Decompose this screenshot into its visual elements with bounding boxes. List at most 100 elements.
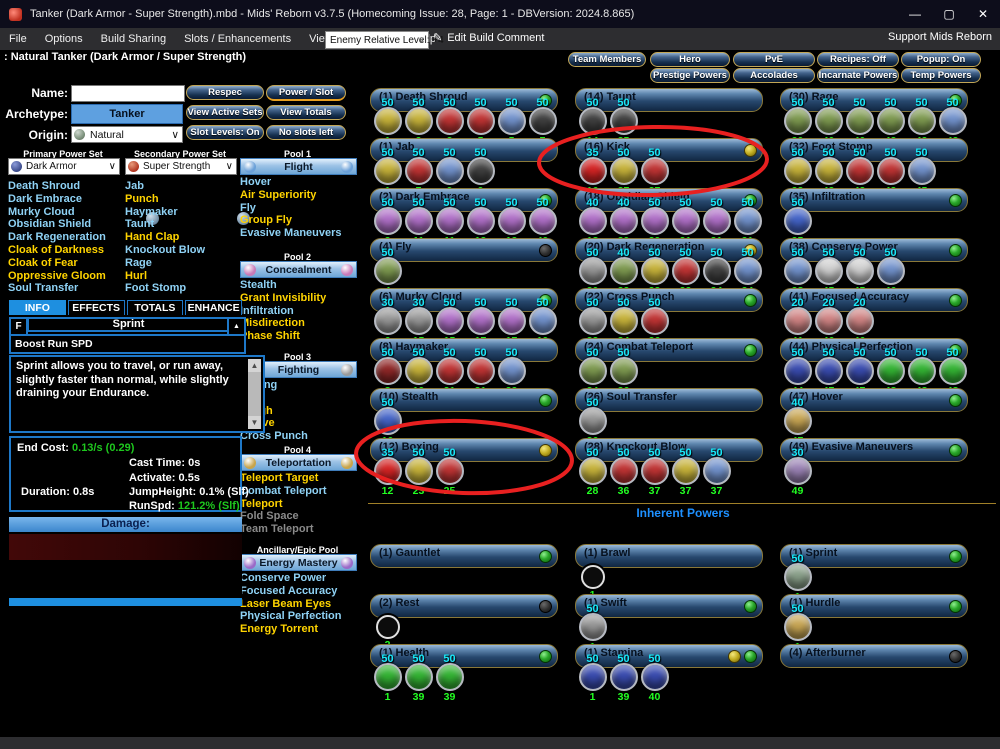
power-list-item-physical-perfection[interactable]: Physical Perfection (240, 610, 355, 623)
enhancement-icon[interactable] (436, 457, 464, 485)
power-list-item-fold-space[interactable]: Fold Space (240, 510, 355, 523)
enhancement-slot[interactable]: 5040 (639, 654, 670, 703)
enhancement-icon[interactable] (498, 357, 526, 385)
power-slot-button[interactable]: Power / Slot (266, 85, 346, 101)
enhancement-slot[interactable]: 501 (372, 654, 403, 703)
empty-slot-icon[interactable] (581, 565, 605, 589)
empty-slot-icon[interactable] (376, 615, 400, 639)
enhancement-icon[interactable] (784, 563, 812, 591)
enhancement-icon[interactable] (374, 157, 402, 185)
archetype-select[interactable]: Tanker (71, 104, 183, 124)
enhancement-icon[interactable] (610, 157, 638, 185)
enhancement-icon[interactable] (641, 457, 669, 485)
enhancement-icon[interactable] (579, 663, 607, 691)
enhancement-icon[interactable] (579, 107, 607, 135)
enhancement-icon[interactable] (467, 357, 495, 385)
power-pill-4-afterburner[interactable]: (4) Afterburner (780, 644, 968, 668)
power-list-item-infiltration[interactable]: Infiltration (240, 305, 355, 318)
enhancement-icon[interactable] (374, 207, 402, 235)
enhancement-icon[interactable] (498, 107, 526, 135)
power-list-item-energy-torrent[interactable]: Energy Torrent (240, 623, 355, 636)
enhancement-icon[interactable] (579, 307, 607, 335)
enhancement-icon[interactable] (436, 307, 464, 335)
enhancement-icon[interactable] (672, 457, 700, 485)
support-mids-reborn-link[interactable]: Support Mids Reborn (888, 31, 992, 43)
enhancement-icon[interactable] (784, 257, 812, 285)
enhancement-icon[interactable] (374, 663, 402, 691)
power-list-item-murky-cloud[interactable]: Murky Cloud (8, 206, 123, 219)
enhancement-icon[interactable] (610, 357, 638, 385)
enhancement-icon[interactable] (846, 157, 874, 185)
enhancement-icon[interactable] (405, 307, 433, 335)
enhancement-icon[interactable] (846, 107, 874, 135)
respec-button[interactable]: Respec (186, 85, 264, 100)
enhancement-icon[interactable] (815, 357, 843, 385)
enhancement-icon[interactable] (908, 157, 936, 185)
enhancement-icon[interactable] (374, 457, 402, 485)
scroll-up-icon[interactable]: ▲ (248, 359, 261, 372)
edit-build-comment-button[interactable]: ✎ Edit Build Comment (433, 31, 544, 44)
recipes-off-button[interactable]: Recipes: Off (817, 52, 899, 67)
enhancement-icon[interactable] (405, 107, 433, 135)
enhancement-icon[interactable] (498, 307, 526, 335)
enhancement-icon[interactable] (467, 307, 495, 335)
power-list-item-evasive-maneuvers[interactable]: Evasive Maneuvers (240, 227, 355, 240)
enhancement-icon[interactable] (703, 457, 731, 485)
enhancement-icon[interactable] (374, 107, 402, 135)
pool-select-concealment[interactable]: Concealment (240, 261, 357, 278)
secondary-set-select[interactable]: Super Strength ∨ (125, 158, 237, 175)
enhancement-icon[interactable] (734, 257, 762, 285)
enhancement-icon[interactable] (405, 357, 433, 385)
enhancement-icon[interactable] (529, 107, 557, 135)
enhancement-icon[interactable] (610, 107, 638, 135)
enhancement-slot[interactable]: 3512 (372, 448, 403, 497)
menu-file[interactable]: File (0, 28, 36, 50)
enhancement-icon[interactable] (405, 157, 433, 185)
enhancement-icon[interactable] (641, 307, 669, 335)
maximize-button[interactable]: ▢ (932, 0, 966, 28)
power-list-item-haymaker[interactable]: Haymaker (125, 206, 240, 219)
power-list-item-air-superiority[interactable]: Air Superiority (240, 189, 355, 202)
power-list-item-foot-stomp[interactable]: Foot Stomp (125, 282, 240, 295)
enhancement-icon[interactable] (672, 207, 700, 235)
tab-enhance[interactable]: ENHANCE (185, 300, 242, 315)
power-list-item-stealth[interactable]: Stealth (240, 279, 355, 292)
power-list-item-rage[interactable]: Rage (125, 257, 240, 270)
enhancement-icon[interactable] (579, 357, 607, 385)
power-list-item-knockout-blow[interactable]: Knockout Blow (125, 244, 240, 257)
enhancement-icon[interactable] (641, 663, 669, 691)
accolades-button[interactable]: Accolades (733, 68, 815, 83)
power-list-item-misdirection[interactable]: Misdirection (240, 317, 355, 330)
enhancement-icon[interactable] (877, 107, 905, 135)
view-active-sets-button[interactable]: View Active Sets (186, 105, 264, 120)
enhancement-slot[interactable]: 501 (577, 654, 608, 703)
power-list-item-cloak-of-fear[interactable]: Cloak of Fear (8, 257, 123, 270)
minimize-button[interactable]: — (898, 0, 932, 28)
enhancement-icon[interactable] (436, 207, 464, 235)
power-list-item-fly[interactable]: Fly (240, 202, 355, 215)
power-list-item-punch[interactable]: Punch (125, 193, 240, 206)
enhancement-icon[interactable] (436, 107, 464, 135)
menu-slots-enhancements[interactable]: Slots / Enhancements (175, 28, 300, 50)
power-list-item-soul-transfer[interactable]: Soul Transfer (8, 282, 123, 295)
enhancement-icon[interactable] (374, 307, 402, 335)
scroll-down-icon[interactable]: ▼ (248, 416, 261, 429)
enhancement-slot[interactable]: 5039 (434, 654, 465, 703)
enhancement-icon[interactable] (908, 107, 936, 135)
enhancement-icon[interactable] (610, 207, 638, 235)
hero-button[interactable]: Hero (650, 52, 730, 67)
enhancement-icon[interactable] (846, 307, 874, 335)
prestige-powers-button[interactable]: Prestige Powers (650, 68, 730, 83)
pool-select-teleportation[interactable]: Teleportation (240, 454, 357, 471)
enhancement-icon[interactable] (846, 257, 874, 285)
enhancement-icon[interactable] (579, 257, 607, 285)
enhancement-icon[interactable] (579, 457, 607, 485)
enhancement-icon[interactable] (610, 457, 638, 485)
enhancement-icon[interactable] (815, 157, 843, 185)
enemy-relative-level-select[interactable]: Enemy Relative Level: +4 ∨ (325, 31, 429, 49)
slot-levels-button[interactable]: Slot Levels: On (186, 125, 264, 140)
power-list-item-grant-invisibility[interactable]: Grant Invisibility (240, 292, 355, 305)
enhancement-icon[interactable] (498, 207, 526, 235)
power-list-item-phase-shift[interactable]: Phase Shift (240, 330, 355, 343)
enhancement-slot[interactable]: 5037 (670, 448, 701, 497)
